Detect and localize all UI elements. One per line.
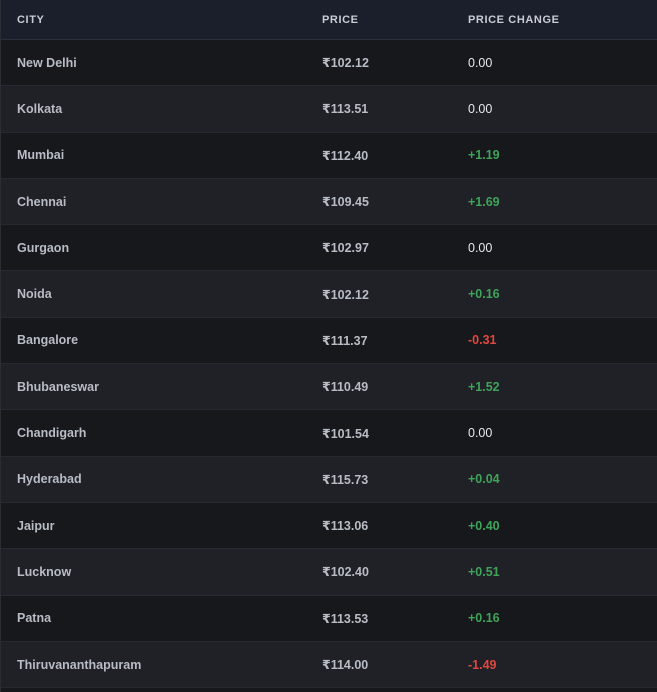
- cell-price-change: +0.16: [468, 287, 500, 302]
- cell-city: Thiruvananthapuram: [17, 657, 142, 672]
- table-header: CITY PRICE PRICE CHANGE: [1, 0, 657, 40]
- table-row[interactable]: Chennai ₹109.45 +1.69: [1, 178, 657, 226]
- column-header-price-change[interactable]: PRICE CHANGE: [468, 14, 657, 26]
- cell-price-change: +0.40: [468, 518, 500, 533]
- table-row[interactable]: Bangalore ₹111.37 -0.31: [1, 317, 657, 365]
- table-row[interactable]: Patna ₹113.53 +0.16: [1, 595, 657, 642]
- cell-city: Chandigarh: [17, 426, 87, 441]
- cell-price: ₹113.51: [322, 102, 369, 117]
- cell-city: Patna: [17, 611, 52, 626]
- cell-price: ₹110.49: [322, 380, 369, 395]
- table-row[interactable]: New Delhi ₹102.12 0.00: [1, 40, 657, 87]
- table-row[interactable]: Hyderabad ₹115.73 +0.04: [1, 456, 657, 503]
- cell-price-change: +0.51: [468, 564, 500, 579]
- cell-price-change: +1.19: [468, 148, 500, 163]
- cell-price: ₹102.12: [322, 287, 369, 302]
- table-row[interactable]: Jaipur ₹113.06 +0.40: [1, 502, 657, 550]
- column-header-price[interactable]: PRICE: [322, 14, 468, 26]
- table-body: New Delhi ₹102.12 0.00 Kolkata ₹113.51 0.00 Mu…: [1, 40, 657, 689]
- cell-city: Jaipur: [17, 518, 55, 533]
- cell-price-change: -0.31: [468, 333, 497, 348]
- table-row[interactable]: Lucknow ₹102.40 +0.51: [1, 549, 657, 596]
- column-header-city[interactable]: CITY: [1, 14, 322, 26]
- cell-city: Kolkata: [17, 101, 63, 116]
- cell-price: ₹111.37: [322, 333, 368, 348]
- table-row[interactable]: Kolkata ₹113.51 0.00: [1, 86, 657, 133]
- cell-city: Bhubaneswar: [17, 379, 99, 394]
- cell-city: Chennai: [17, 194, 67, 209]
- cell-price: ₹109.45: [322, 195, 369, 210]
- cell-price-change: +1.52: [468, 379, 500, 394]
- cell-price-change: 0.00: [468, 55, 493, 70]
- cell-price: ₹112.40: [322, 148, 369, 163]
- cell-price: ₹102.12: [322, 56, 369, 71]
- table-row[interactable]: Thiruvananthapuram ₹114.00 -1.49: [1, 641, 657, 689]
- cell-price-change: 0.00: [468, 101, 493, 116]
- cell-price: ₹113.53: [322, 611, 369, 626]
- cell-city: Mumbai: [17, 148, 65, 163]
- cell-price-change: +1.69: [468, 194, 500, 209]
- cell-price: ₹102.97: [322, 241, 369, 256]
- table-row[interactable]: Mumbai ₹112.40 +1.19: [1, 132, 657, 179]
- cell-city: Noida: [17, 287, 52, 302]
- cell-price: ₹114.00: [322, 658, 369, 672]
- cell-price: ₹115.73: [322, 472, 369, 487]
- fuel-price-table: CITY PRICE PRICE CHANGE New Delhi ₹102.12…: [0, 0, 657, 692]
- cell-city: Bangalore: [17, 333, 79, 348]
- cell-price-change: +0.04: [468, 472, 500, 487]
- cell-city: Lucknow: [17, 564, 72, 579]
- cell-price-change: 0.00: [468, 240, 493, 255]
- cell-price: ₹101.54: [322, 426, 369, 441]
- cell-price: ₹102.40: [322, 565, 369, 580]
- table-row[interactable]: Noida ₹102.12 +0.16: [1, 271, 657, 318]
- cell-city: New Delhi: [17, 55, 77, 70]
- table-row[interactable]: Bhubaneswar ₹110.49 +1.52: [1, 364, 657, 411]
- table-row[interactable]: Chandigarh ₹101.54 0.00: [1, 410, 657, 457]
- table-row[interactable]: Gurgaon ₹102.97 0.00: [1, 225, 657, 272]
- cell-city: Hyderabad: [17, 472, 82, 487]
- cell-price: ₹113.06: [322, 519, 369, 534]
- cell-city: Gurgaon: [17, 240, 70, 255]
- cell-price-change: -1.49: [468, 657, 497, 672]
- cell-price-change: +0.16: [468, 611, 500, 626]
- cell-price-change: 0.00: [468, 426, 493, 441]
